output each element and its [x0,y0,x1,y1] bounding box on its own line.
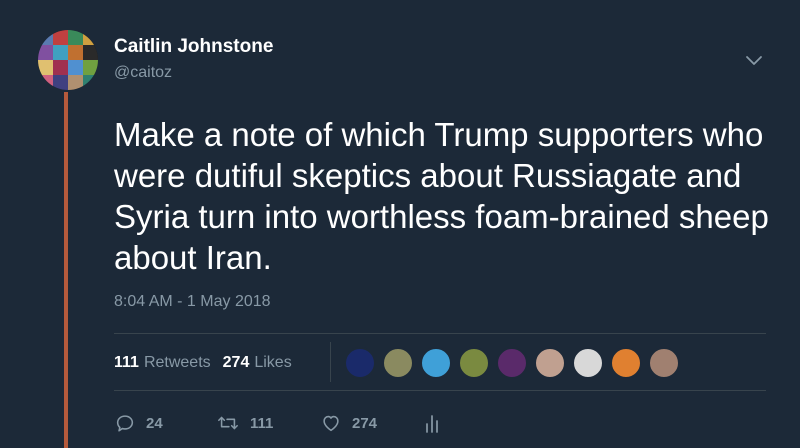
analytics-button[interactable] [424,412,440,434]
retweets-count: 111 [114,354,139,371]
avatar-tile [53,45,68,60]
avatar-tile [53,60,68,75]
action-bar: 24 111 274 [114,410,440,436]
divider [114,333,766,334]
tweet-text: Make a note of which Trump supporters wh… [114,116,769,276]
retweet-count: 111 [250,414,274,432]
liker-avatar-3[interactable] [420,347,452,379]
avatar-tile [38,75,53,90]
reply-icon [114,412,136,434]
avatar-tile [53,75,68,90]
liker-avatar-8[interactable] [610,347,642,379]
tweet-timestamp[interactable]: 8:04 AM - 1 May 2018 [114,293,271,311]
liker-avatar-6[interactable] [534,347,566,379]
thread-line [64,92,68,448]
heart-icon [320,412,342,434]
avatar-tile [38,60,53,75]
likes-label: Likes [254,354,292,371]
liker-avatar-5[interactable] [496,347,528,379]
avatar-tile [68,45,83,60]
liker-avatar-1[interactable] [344,347,376,379]
chevron-down-icon[interactable] [745,54,763,68]
tweet-card: Caitlin Johnstone @caitoz Make a note of… [0,0,800,448]
avatar-tile [83,30,98,45]
liker-avatars [344,347,686,379]
avatar-tile [38,30,53,45]
avatar-tile [53,30,68,45]
avatar-tile [68,75,83,90]
analytics-icon [424,412,440,434]
engagement-stats: 111 Retweets 274 Likes [114,352,292,374]
liker-avatar-4[interactable] [458,347,490,379]
liker-avatar-9[interactable] [648,347,680,379]
stats-separator [330,342,331,382]
like-button[interactable]: 274 [320,412,424,434]
avatar-tile [83,75,98,90]
avatar-tile [68,30,83,45]
likes-stat[interactable]: 274 Likes [223,354,292,372]
retweets-label: Retweets [143,354,211,371]
retweets-stat[interactable]: 111 Retweets [114,354,211,372]
reply-button[interactable]: 24 [114,412,216,434]
avatar-tile [38,45,53,60]
likes-count: 274 [222,354,250,371]
liker-avatar-2[interactable] [382,347,414,379]
author-avatar[interactable] [38,30,98,90]
avatar-tile [83,60,98,75]
author-block: Caitlin Johnstone @caitoz [114,36,273,82]
retweet-button[interactable]: 111 [216,412,320,434]
liker-avatar-7[interactable] [572,347,604,379]
retweet-icon [216,412,240,434]
like-count: 274 [352,414,378,432]
avatar-tile [83,45,98,60]
reply-count: 24 [146,414,163,432]
avatar-tile [68,60,83,75]
author-display-name[interactable]: Caitlin Johnstone [114,36,273,58]
author-handle[interactable]: @caitoz [114,64,273,82]
divider [114,390,766,391]
